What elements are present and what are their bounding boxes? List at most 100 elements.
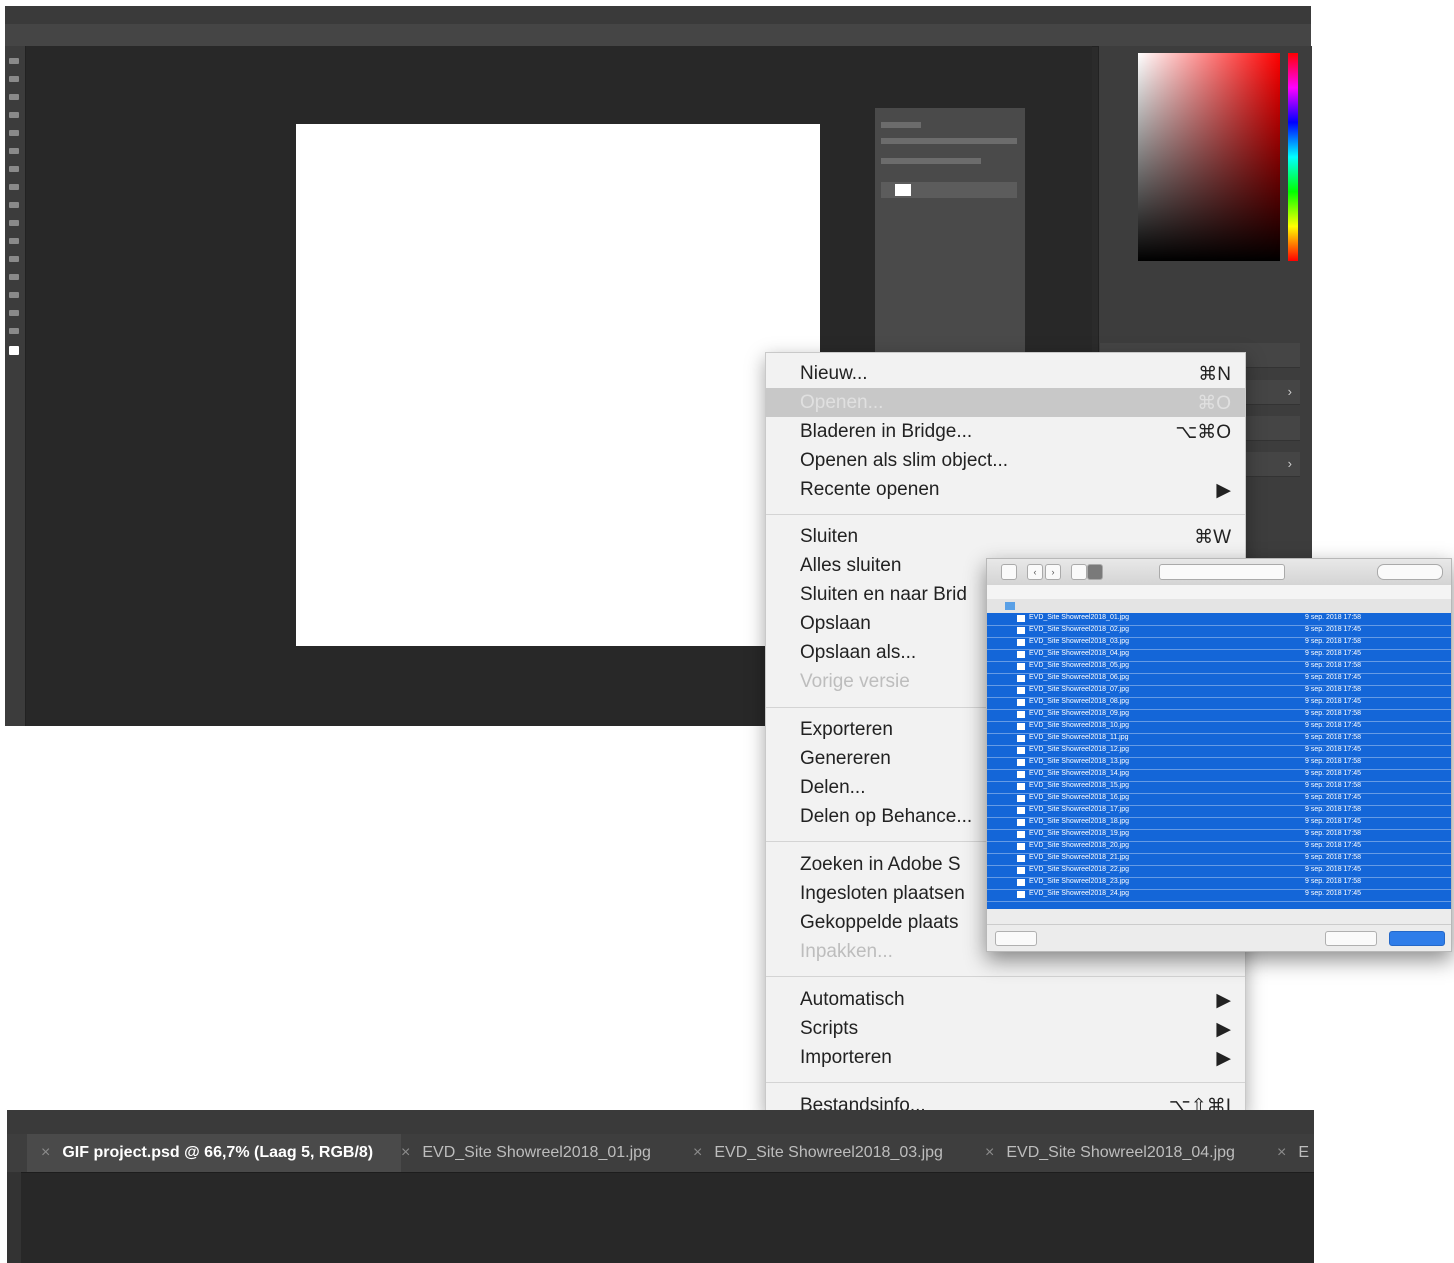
brush-tool-icon[interactable] xyxy=(9,184,19,190)
file-name: EVD_Site Showreel2018_10.jpg xyxy=(1029,722,1130,729)
close-icon[interactable]: × xyxy=(985,1144,994,1161)
menu-item-openen[interactable]: Openen... ⌘O xyxy=(766,388,1245,417)
menu-separator xyxy=(766,1082,1245,1083)
path-select-tool-icon[interactable] xyxy=(9,292,19,298)
gradient-tool-icon[interactable] xyxy=(9,238,19,244)
location-popup[interactable] xyxy=(1159,564,1285,580)
file-name: EVD_Site Showreel2018_23.jpg xyxy=(1029,878,1130,885)
color-picker-field[interactable] xyxy=(1138,53,1280,261)
sidebar-toggle-icon[interactable] xyxy=(1001,564,1017,580)
menu-item-scripts[interactable]: Scripts ▶ xyxy=(766,1014,1245,1043)
tab-label: E xyxy=(1298,1144,1310,1161)
image-file-icon xyxy=(1017,807,1025,814)
image-file-icon xyxy=(1017,783,1025,790)
options-bar xyxy=(5,24,1311,47)
file-list-header[interactable] xyxy=(987,585,1451,600)
file-name: EVD_Site Showreel2018_09.jpg xyxy=(1029,710,1130,717)
document-tab-strip: × GIF project.psd @ 66,7% (Laag 5, RGB/8)… xyxy=(7,1110,1314,1263)
file-date: 9 sep. 2018 17:58 xyxy=(1305,806,1362,813)
menu-item-sluiten[interactable]: Sluiten ⌘W xyxy=(766,522,1245,551)
type-tool-icon[interactable] xyxy=(9,274,19,280)
menu-item-label: Recente openen xyxy=(800,479,940,500)
file-date: 9 sep. 2018 17:45 xyxy=(1305,746,1362,753)
quick-select-tool-icon[interactable] xyxy=(9,112,19,118)
file-date: 9 sep. 2018 17:58 xyxy=(1305,854,1362,861)
close-icon[interactable]: × xyxy=(401,1144,410,1161)
document-canvas[interactable] xyxy=(296,124,820,646)
folder-row[interactable] xyxy=(987,599,1451,613)
shape-tool-icon[interactable] xyxy=(9,310,19,316)
file-name: EVD_Site Showreel2018_15.jpg xyxy=(1029,782,1130,789)
tools-panel xyxy=(7,1172,21,1263)
menu-item-label: Scripts xyxy=(800,1018,859,1039)
eraser-tool-icon[interactable] xyxy=(9,220,19,226)
chevron-right-icon[interactable]: › xyxy=(1288,456,1292,471)
image-file-icon xyxy=(1017,675,1025,682)
image-file-icon xyxy=(1017,687,1025,694)
move-tool-icon[interactable] xyxy=(9,58,19,64)
image-file-icon xyxy=(1017,795,1025,802)
menu-item-automatisch[interactable]: Automatisch ▶ xyxy=(766,985,1245,1014)
image-file-icon xyxy=(1017,855,1025,862)
image-file-icon xyxy=(1017,891,1025,898)
menu-item-label: Automatisch xyxy=(800,989,905,1010)
stamp-tool-icon[interactable] xyxy=(9,202,19,208)
close-icon[interactable]: × xyxy=(41,1144,50,1161)
options-button[interactable] xyxy=(995,931,1037,946)
menu-item-bladeren-in-bridge[interactable]: Bladeren in Bridge... ⌥⌘O xyxy=(766,417,1245,446)
image-file-icon xyxy=(1017,663,1025,670)
pen-tool-icon[interactable] xyxy=(9,256,19,262)
file-name: EVD_Site Showreel2018_17.jpg xyxy=(1029,806,1130,813)
list-item[interactable]: EVD_Site Showreel2018_24.jpg 9 sep. 2018 … xyxy=(987,889,1451,902)
menu-item-label: Vorige versie xyxy=(800,671,910,692)
file-name: EVD_Site Showreel2018_08.jpg xyxy=(1029,698,1130,705)
panel-tab[interactable] xyxy=(881,122,921,128)
submenu-arrow-icon: ▶ xyxy=(1216,990,1231,1011)
forward-button[interactable]: › xyxy=(1045,564,1061,580)
hue-slider[interactable] xyxy=(1288,53,1298,261)
cancel-button[interactable] xyxy=(1325,931,1377,946)
marquee-tool-icon[interactable] xyxy=(9,76,19,82)
submenu-arrow-icon: ▶ xyxy=(1216,480,1231,501)
tab-gif-project[interactable]: × GIF project.psd @ 66,7% (Laag 5, RGB/8) xyxy=(27,1134,401,1172)
search-field[interactable] xyxy=(1377,564,1443,580)
crop-tool-icon[interactable] xyxy=(9,130,19,136)
list-view-icon[interactable] xyxy=(1087,564,1103,580)
image-file-icon xyxy=(1017,735,1025,742)
chevron-right-icon[interactable]: › xyxy=(1288,384,1292,399)
file-date: 9 sep. 2018 17:45 xyxy=(1305,674,1362,681)
back-button[interactable]: ‹ xyxy=(1027,564,1043,580)
app-menubar xyxy=(5,6,1311,24)
menu-item-openen-als-slim-object[interactable]: Openen als slim object... xyxy=(766,446,1245,475)
tab-showreel-04[interactable]: × EVD_Site Showreel2018_04.jpg xyxy=(985,1134,1271,1172)
lasso-tool-icon[interactable] xyxy=(9,94,19,100)
menu-item-importeren[interactable]: Importeren ▶ xyxy=(766,1043,1245,1072)
tab-overflow[interactable]: × E xyxy=(1277,1134,1314,1172)
file-name: EVD_Site Showreel2018_19.jpg xyxy=(1029,830,1130,837)
menu-item-shortcut: ⌘N xyxy=(1198,364,1231,385)
dialog-footer xyxy=(987,924,1451,951)
color-swatch-icon[interactable] xyxy=(9,346,19,355)
image-file-icon xyxy=(1017,843,1025,850)
menu-item-recente-openen[interactable]: Recente openen ▶ xyxy=(766,475,1245,504)
layer-row[interactable] xyxy=(881,182,1017,198)
file-name: EVD_Site Showreel2018_07.jpg xyxy=(1029,686,1130,693)
file-date: 9 sep. 2018 17:58 xyxy=(1305,782,1362,789)
file-name: EVD_Site Showreel2018_13.jpg xyxy=(1029,758,1130,765)
hand-tool-icon[interactable] xyxy=(9,328,19,334)
icon-view-icon[interactable] xyxy=(1071,564,1087,580)
menu-item-shortcut: ⌘O xyxy=(1197,393,1231,414)
file-date: 9 sep. 2018 17:58 xyxy=(1305,638,1362,645)
healing-tool-icon[interactable] xyxy=(9,166,19,172)
close-icon[interactable]: × xyxy=(693,1144,702,1161)
open-button[interactable] xyxy=(1389,931,1445,946)
menu-item-nieuw[interactable]: Nieuw... ⌘N xyxy=(766,359,1245,388)
close-icon[interactable]: × xyxy=(1277,1144,1286,1161)
menu-item-label: Exporteren xyxy=(800,719,893,740)
menu-item-label: Zoeken in Adobe S xyxy=(800,854,961,875)
file-date: 9 sep. 2018 17:45 xyxy=(1305,866,1362,873)
tab-showreel-01[interactable]: × EVD_Site Showreel2018_01.jpg xyxy=(401,1134,687,1172)
tab-showreel-03[interactable]: × EVD_Site Showreel2018_03.jpg xyxy=(693,1134,979,1172)
eyedropper-tool-icon[interactable] xyxy=(9,148,19,154)
menu-item-label: Gekoppelde plaats xyxy=(800,912,959,933)
